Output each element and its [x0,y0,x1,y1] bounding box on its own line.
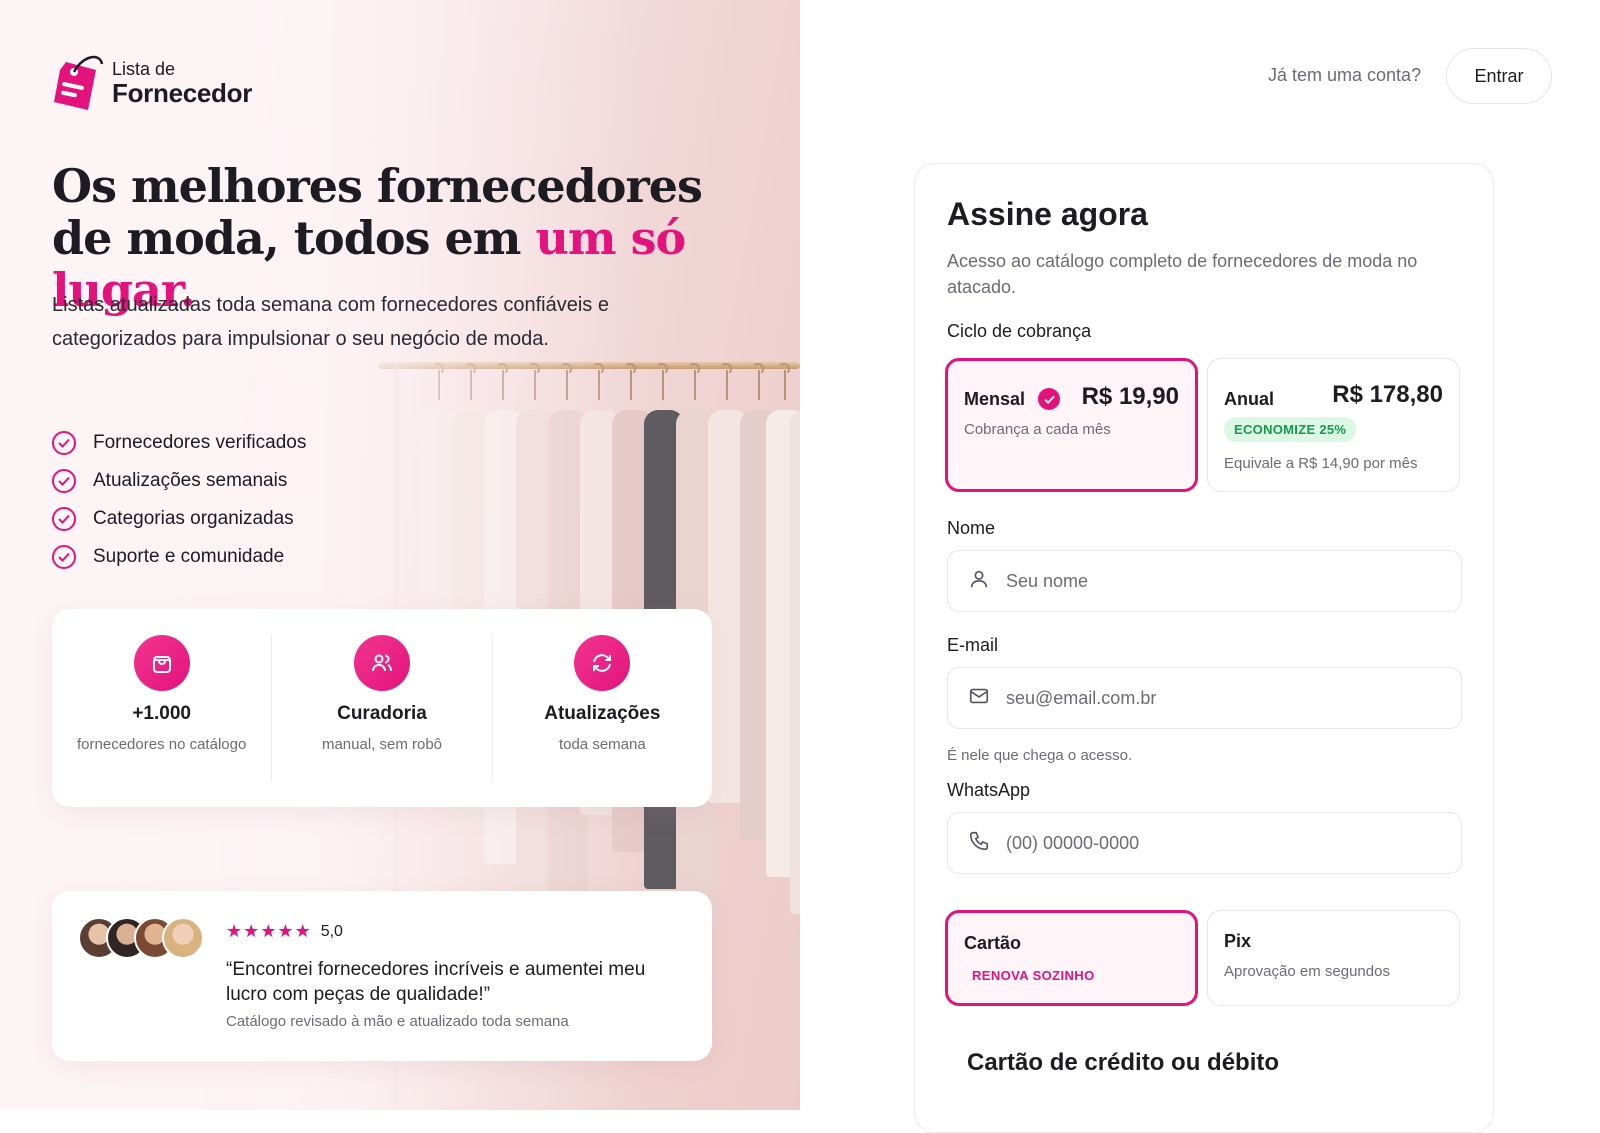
auto-renew-badge: RENOVA SOZINHO [972,968,1095,983]
star-icon: ★ [260,921,277,942]
user-icon [968,568,990,595]
shopping-bag-icon [133,635,190,691]
check-circle-icon [52,431,76,455]
stats-card: +1.000 fornecedores no catálogo Curadori… [52,609,712,807]
billing-cycle-label: Ciclo de cobrança [947,321,1092,341]
signup-title: Assine agora [947,196,1148,232]
star-icon: ★ [294,921,311,942]
whatsapp-field[interactable] [947,812,1462,874]
feature-label: Fornecedores verificados [93,432,307,453]
refresh-icon [574,635,631,691]
stat-title: Atualizações [544,703,661,724]
stat-desc: manual, sem robô [321,736,443,753]
check-circle-icon [52,545,76,569]
plan-name: Mensal [964,389,1026,409]
whatsapp-label: WhatsApp [947,780,1031,800]
avatar-group [78,917,204,959]
payment-desc: Aprovação em segundos [1224,963,1390,980]
card-section-title: Cartão de crédito ou débito [967,1049,1280,1076]
feature-item: Suporte e comunidade [52,538,306,576]
mail-icon [968,685,990,712]
name-label: Nome [947,518,996,538]
avatar [162,917,204,959]
feature-label: Atualizações semanais [93,470,288,491]
plan-price: R$ 19,90 [1081,383,1179,410]
signup-subtitle: Acesso ao catálogo completo de fornecedo… [947,251,1418,297]
testimonial-note: Catálogo revisado à mão e atualizado tod… [226,1013,569,1030]
stat-title: +1.000 [132,703,191,724]
plan-annual-option[interactable]: Anual R$ 178,80 ECONOMIZE 25% Equivale a… [1207,358,1460,492]
phone-icon [968,830,990,857]
email-hint: É nele que chega o acesso. [947,747,1133,764]
brand-name-big: Fornecedor [112,78,253,108]
feature-item: Fornecedores verificados [52,424,306,462]
plan-desc: Cobrança a cada mês [964,421,1111,438]
stat-suppliers: +1.000 fornecedores no catálogo [52,635,273,781]
rating-value: 5,0 [320,922,343,940]
testimonial-card: ★ ★ ★ ★ ★ 5,0 “Encontrei fornecedores in… [52,891,712,1061]
star-icon: ★ [277,921,294,942]
email-label: E-mail [947,635,999,655]
payment-name: Pix [1224,931,1252,951]
brand-name-small: Lista de [112,59,176,79]
payment-pix-option[interactable]: Pix Aprovação em segundos [1207,910,1460,1006]
hero-subtitle: Listas atualizadas toda semana com forne… [52,294,609,350]
testimonial-quote: “Encontrei fornecedores incríveis e aume… [226,959,646,1005]
stat-desc: toda semana [558,736,646,753]
feature-label: Suporte e comunidade [93,546,285,567]
payment-card-option[interactable]: Cartão RENOVA SOZINHO [945,910,1198,1006]
whatsapp-input[interactable] [1006,832,1446,854]
brand-logo[interactable]: Lista de Fornecedor [52,52,252,114]
payment-name: Cartão [964,933,1022,953]
existing-account-text: Já tem uma conta? [1268,65,1422,85]
check-circle-icon [52,507,76,531]
stat-title: Curadoria [337,703,427,724]
check-circle-icon [52,469,76,493]
name-input[interactable] [1006,570,1446,592]
feature-list: Fornecedores verificados Atualizações se… [52,424,306,576]
name-field[interactable] [947,550,1462,612]
plan-monthly-option[interactable]: Mensal R$ 19,90 Cobrança a cada mês [945,358,1198,492]
savings-badge: ECONOMIZE 25% [1224,417,1357,442]
email-input[interactable] [1006,687,1446,709]
tag-logo-icon [52,52,106,114]
plan-name: Anual [1224,389,1275,409]
rating-stars: ★ ★ ★ ★ ★ 5,0 [226,921,343,942]
users-icon [353,635,410,691]
star-icon: ★ [226,921,243,942]
email-field[interactable] [947,667,1462,729]
brand-name: Lista de Fornecedor [112,60,252,106]
login-button[interactable]: Entrar [1446,48,1552,104]
hero-panel: Lista de Fornecedor Os melhores forneced… [0,0,800,1110]
plan-desc: Equivale a R$ 14,90 por mês [1224,455,1418,472]
stat-curation: Curadoria manual, sem robô [272,635,493,781]
star-icon: ★ [243,921,260,942]
check-badge-icon [1038,388,1060,410]
feature-item: Categorias organizadas [52,500,306,538]
stat-desc: fornecedores no catálogo [77,736,247,753]
signup-card: Assine agora Acesso ao catálogo completo… [914,163,1494,1133]
plan-price: R$ 178,80 [1332,381,1443,408]
feature-label: Categorias organizadas [93,508,294,529]
feature-item: Atualizações semanais [52,462,306,500]
stat-updates: Atualizações toda semana [493,635,712,781]
